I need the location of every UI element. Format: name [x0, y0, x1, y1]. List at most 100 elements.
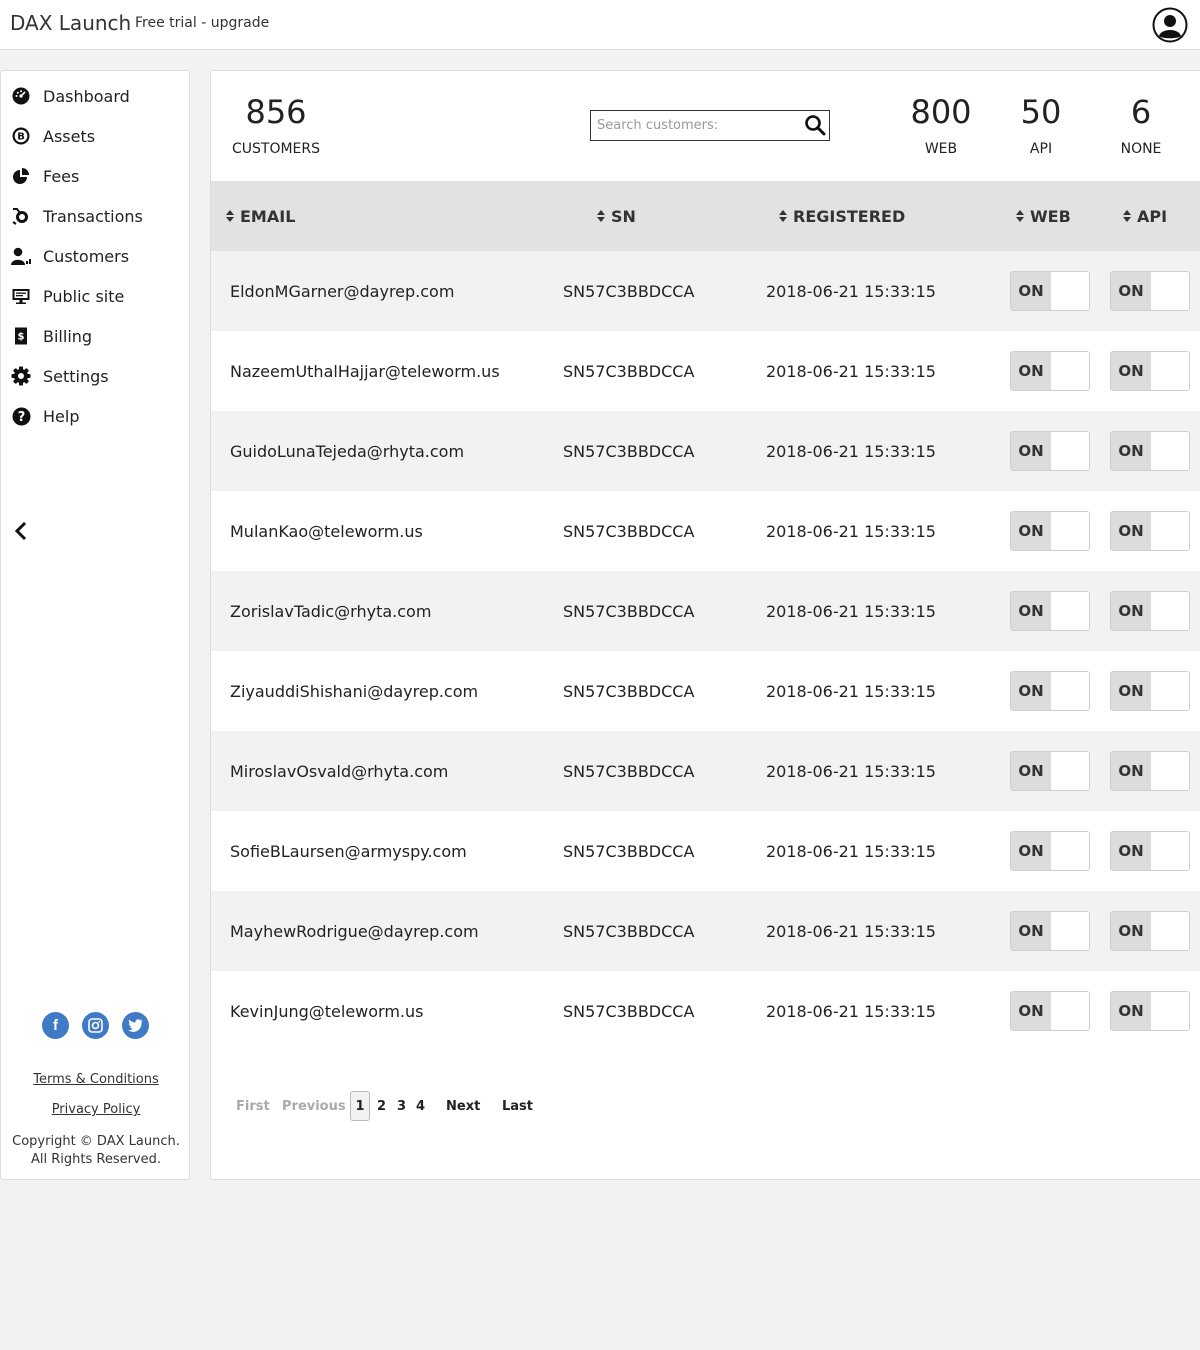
- invoice-icon: $: [11, 326, 31, 346]
- cell-email: MayhewRodrigue@dayrep.com: [230, 921, 479, 941]
- cell-sn: SN57C3BBDCCA: [563, 521, 695, 541]
- api-toggle[interactable]: ON: [1110, 511, 1190, 551]
- api-toggle[interactable]: ON: [1110, 751, 1190, 791]
- web-toggle[interactable]: ON: [1010, 671, 1090, 711]
- copyright-line: Copyright © DAX Launch.: [12, 1134, 180, 1149]
- cell-registered: 2018-06-21 15:33:15: [766, 841, 936, 861]
- instagram-icon[interactable]: [82, 1012, 109, 1039]
- pagination-last[interactable]: Last: [502, 1091, 533, 1121]
- toggle-state: ON: [1111, 512, 1151, 550]
- terms-link[interactable]: Terms & Conditions: [1, 1072, 191, 1087]
- sort-icon: [779, 210, 787, 222]
- cell-email: GuidoLunaTejeda@rhyta.com: [230, 441, 465, 461]
- pagination-page-4[interactable]: 4: [416, 1091, 425, 1121]
- web-toggle[interactable]: ON: [1010, 991, 1090, 1031]
- cell-email: ZorislavTadic@rhyta.com: [230, 601, 432, 621]
- sidebar-item-transactions[interactable]: Transactions: [11, 201, 186, 231]
- api-toggle[interactable]: ON: [1110, 591, 1190, 631]
- web-toggle[interactable]: ON: [1010, 751, 1090, 791]
- twitter-icon[interactable]: [122, 1012, 149, 1039]
- sidebar-item-fees[interactable]: Fees: [11, 161, 186, 191]
- pagination-previous[interactable]: Previous: [282, 1091, 346, 1121]
- toggle-state: ON: [1011, 512, 1051, 550]
- user-circle-icon[interactable]: [1152, 7, 1188, 43]
- table-header: EMAIL SN REGISTERED WEB API: [211, 181, 1200, 251]
- stat-customers: 856 CUSTOMERS: [226, 93, 326, 157]
- api-toggle[interactable]: ON: [1110, 991, 1190, 1031]
- cell-email: EldonMGarner@dayrep.com: [230, 281, 455, 301]
- trial-upgrade-link[interactable]: Free trial - upgrade: [135, 15, 269, 31]
- table-row: MiroslavOsvald@rhyta.com SN57C3BBDCCA 20…: [211, 731, 1200, 811]
- table-row: EldonMGarner@dayrep.com SN57C3BBDCCA 201…: [211, 251, 1200, 331]
- brand-title[interactable]: DAX Launch: [10, 11, 131, 35]
- sidebar-item-customers[interactable]: Customers: [11, 241, 186, 271]
- table-row: GuidoLunaTejeda@rhyta.com SN57C3BBDCCA 2…: [211, 411, 1200, 491]
- cell-email: SofieBLaursen@armyspy.com: [230, 841, 467, 861]
- collapse-sidebar-button[interactable]: [11, 519, 31, 543]
- column-label: WEB: [1030, 206, 1071, 226]
- web-toggle[interactable]: ON: [1010, 511, 1090, 551]
- question-icon: ?: [11, 406, 31, 426]
- stat-label: NONE: [1120, 141, 1162, 157]
- web-toggle[interactable]: ON: [1010, 431, 1090, 471]
- toggle-state: ON: [1011, 432, 1051, 470]
- cell-registered: 2018-06-21 15:33:15: [766, 281, 936, 301]
- api-toggle[interactable]: ON: [1110, 671, 1190, 711]
- sort-icon: [1016, 210, 1024, 222]
- stat-value: 50: [1020, 93, 1062, 131]
- cell-sn: SN57C3BBDCCA: [563, 921, 695, 941]
- cell-registered: 2018-06-21 15:33:15: [766, 1001, 936, 1021]
- api-toggle[interactable]: ON: [1110, 351, 1190, 391]
- cell-email: MiroslavOsvald@rhyta.com: [230, 761, 449, 781]
- sidebar-item-help[interactable]: ? Help: [11, 401, 186, 431]
- pagination-first[interactable]: First: [236, 1091, 270, 1121]
- sidebar-item-public-site[interactable]: Public site: [11, 281, 186, 311]
- sidebar-item-label: Billing: [43, 326, 93, 346]
- pagination-page-2[interactable]: 2: [377, 1091, 386, 1121]
- column-header-email[interactable]: EMAIL: [226, 181, 295, 251]
- toggle-state: ON: [1011, 592, 1051, 630]
- web-toggle[interactable]: ON: [1010, 591, 1090, 631]
- sidebar-item-billing[interactable]: $ Billing: [11, 321, 186, 351]
- dashboard-icon: [11, 86, 31, 106]
- sidebar-item-dashboard[interactable]: Dashboard: [11, 81, 186, 111]
- column-header-registered[interactable]: REGISTERED: [779, 181, 905, 251]
- facebook-icon[interactable]: f: [42, 1012, 69, 1039]
- pagination-page-3[interactable]: 3: [397, 1091, 406, 1121]
- cell-email: KevinJung@teleworm.us: [230, 1001, 424, 1021]
- sidebar-item-assets[interactable]: B Assets: [11, 121, 186, 151]
- api-toggle[interactable]: ON: [1110, 431, 1190, 471]
- toggle-state: ON: [1011, 672, 1051, 710]
- table-row: ZiyauddiShishani@dayrep.com SN57C3BBDCCA…: [211, 651, 1200, 731]
- search-box: [590, 110, 830, 141]
- copyright-line: All Rights Reserved.: [30, 1152, 162, 1167]
- api-toggle[interactable]: ON: [1110, 271, 1190, 311]
- pagination-next[interactable]: Next: [446, 1091, 480, 1121]
- customers-panel: 856 CUSTOMERS 800 WEB 50 API 6 NONE EMAI…: [210, 70, 1200, 1180]
- search-icon[interactable]: [804, 114, 826, 136]
- cell-registered: 2018-06-21 15:33:15: [766, 681, 936, 701]
- column-header-api[interactable]: API: [1123, 181, 1167, 251]
- cell-email: ZiyauddiShishani@dayrep.com: [230, 681, 479, 701]
- sidebar-item-settings[interactable]: Settings: [11, 361, 186, 391]
- pagination-page-1[interactable]: 1: [350, 1091, 370, 1121]
- column-header-sn[interactable]: SN: [597, 181, 636, 251]
- stat-value: 856: [245, 93, 307, 131]
- copyright: Copyright © DAX Launch. All Rights Reser…: [1, 1133, 191, 1169]
- user-icon: [11, 246, 31, 266]
- web-toggle[interactable]: ON: [1010, 271, 1090, 311]
- sort-icon: [597, 210, 605, 222]
- search-input[interactable]: [591, 111, 797, 140]
- web-toggle[interactable]: ON: [1010, 351, 1090, 391]
- sort-icon: [226, 210, 234, 222]
- column-header-web[interactable]: WEB: [1016, 181, 1071, 251]
- social-links: f: [42, 1012, 149, 1039]
- cell-sn: SN57C3BBDCCA: [563, 681, 695, 701]
- cell-registered: 2018-06-21 15:33:15: [766, 441, 936, 461]
- web-toggle[interactable]: ON: [1010, 831, 1090, 871]
- api-toggle[interactable]: ON: [1110, 911, 1190, 951]
- privacy-link[interactable]: Privacy Policy: [1, 1102, 191, 1117]
- cell-sn: SN57C3BBDCCA: [563, 361, 695, 381]
- api-toggle[interactable]: ON: [1110, 831, 1190, 871]
- web-toggle[interactable]: ON: [1010, 911, 1090, 951]
